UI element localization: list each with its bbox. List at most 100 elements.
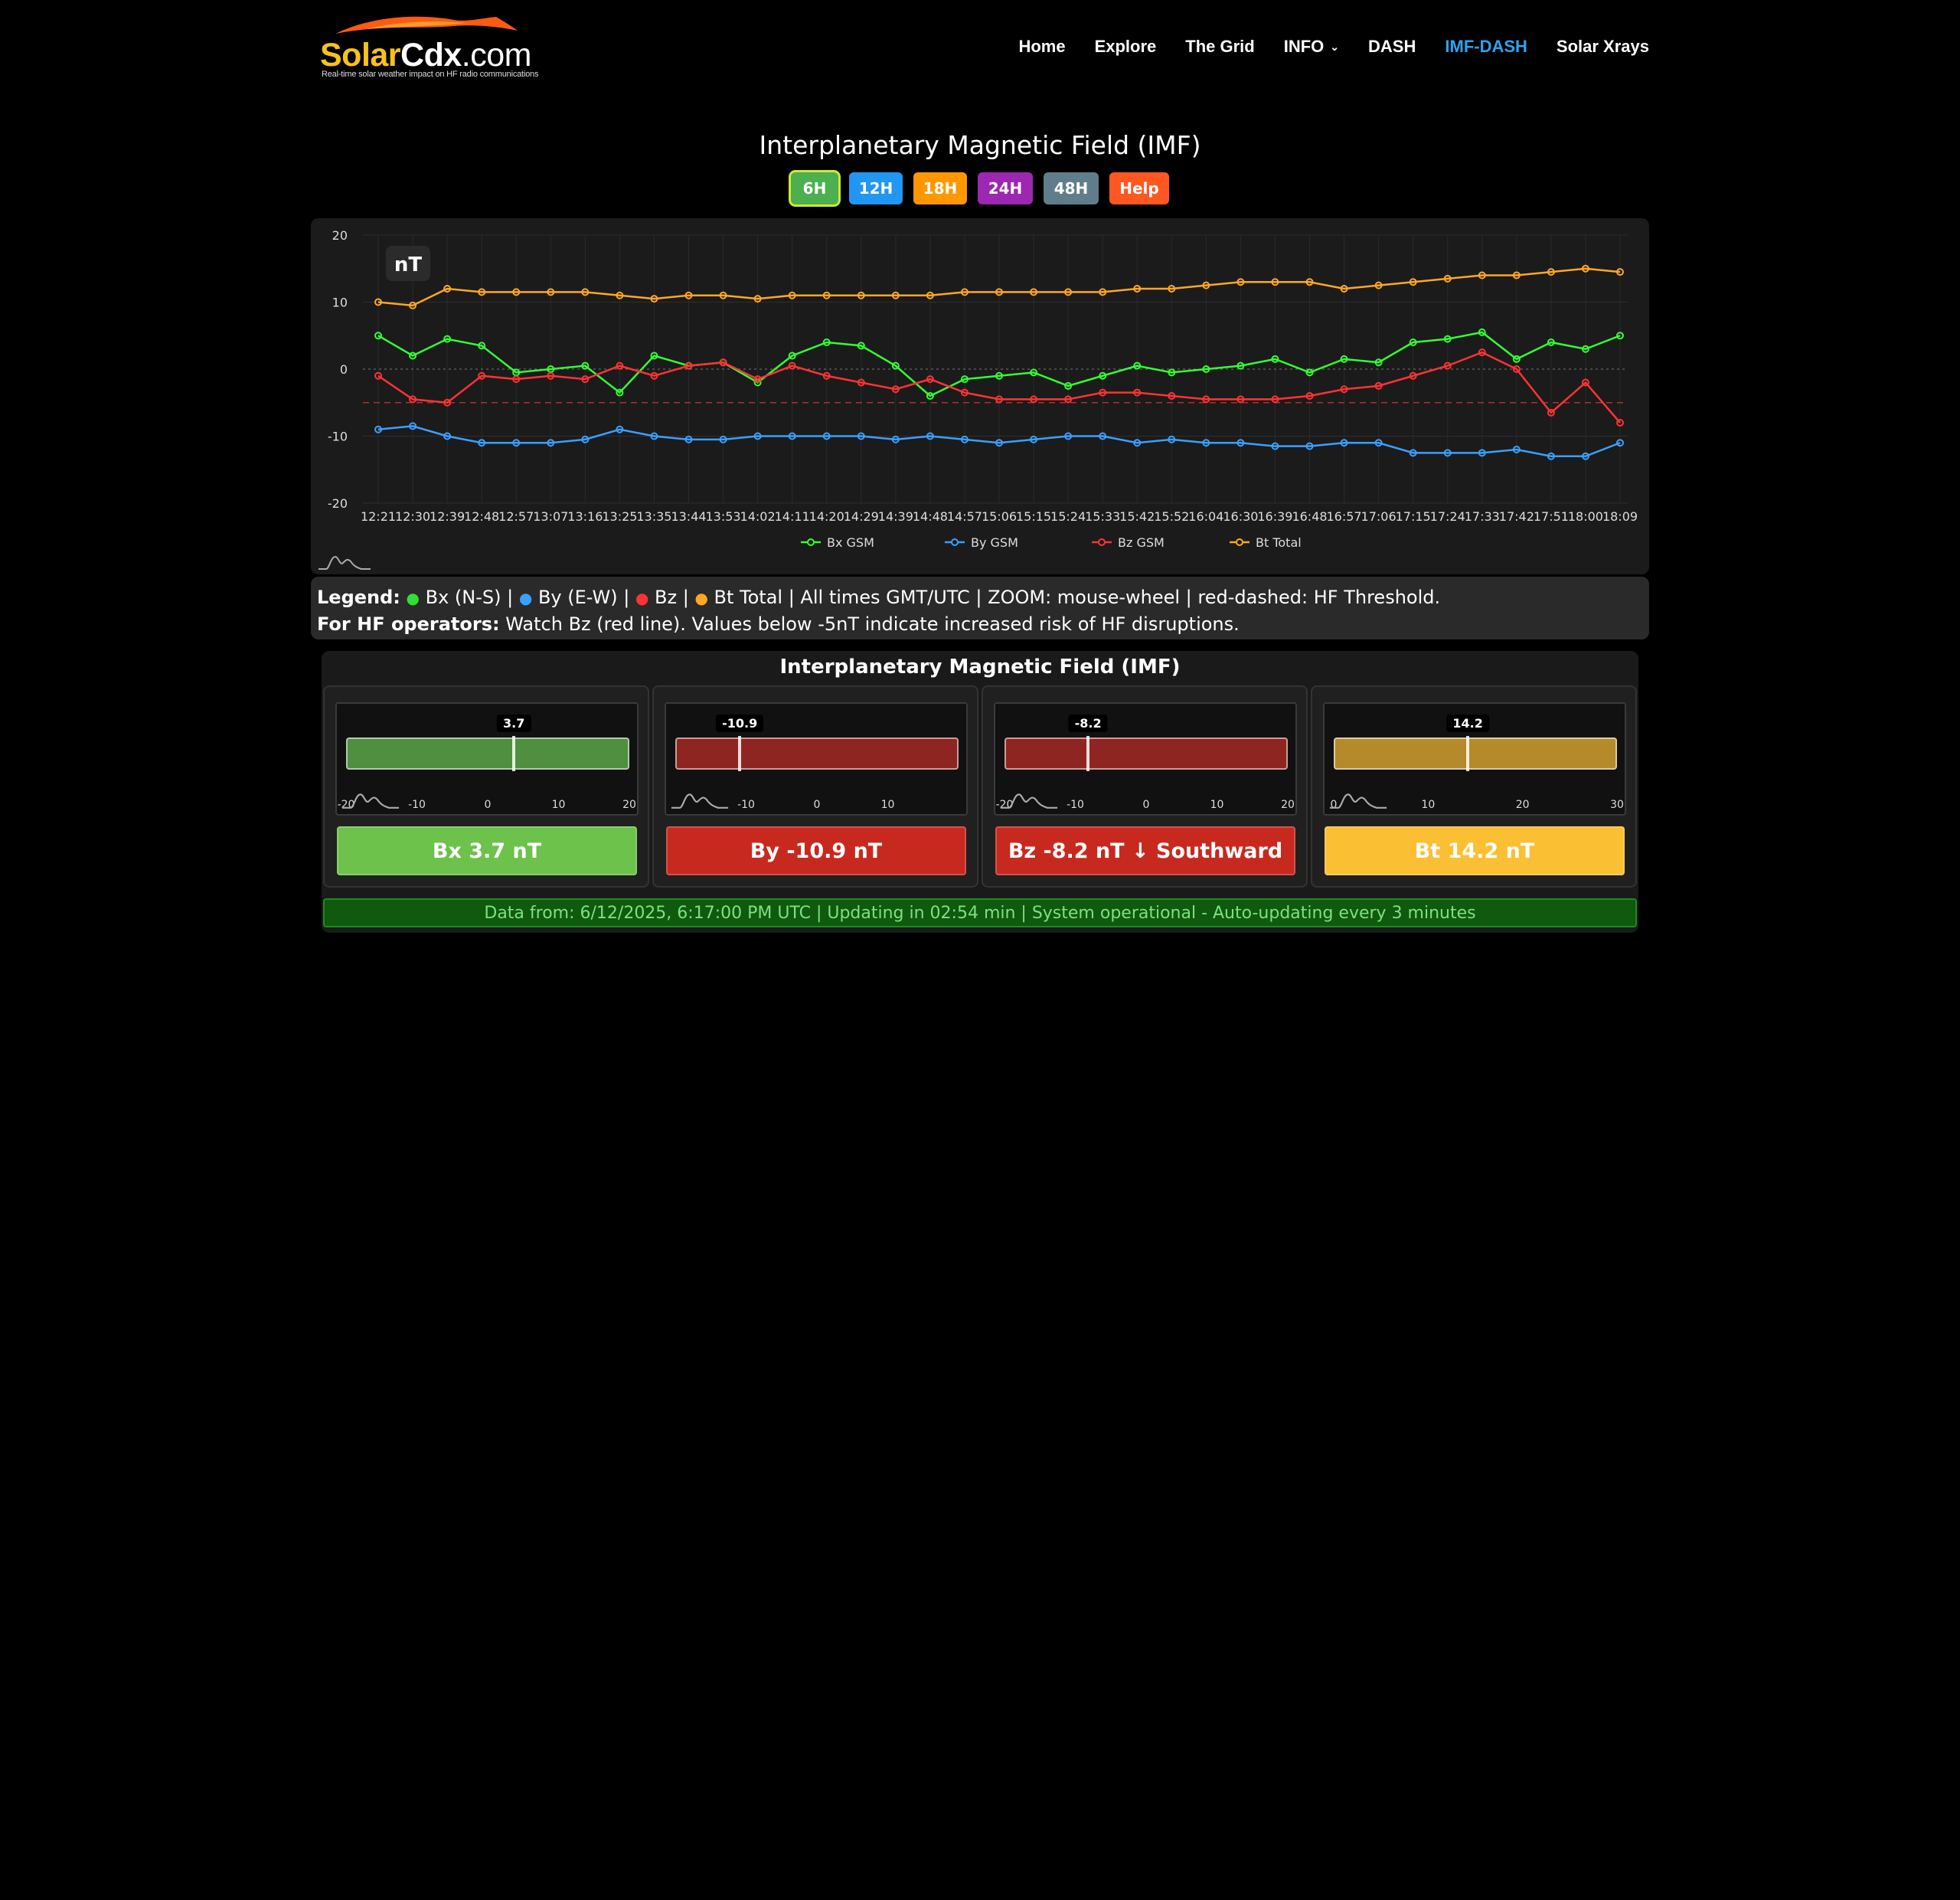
by-gauge-tick: -10	[737, 799, 755, 811]
bx-legend-label: Bx GSM	[827, 535, 874, 550]
x-tick-label: 14:20	[809, 509, 844, 524]
by-gauge-tick: 10	[880, 799, 895, 811]
bt-gauge-marker	[1466, 736, 1470, 771]
nav-the-grid[interactable]: The Grid	[1185, 37, 1254, 57]
bt-legend-label: Bt Total	[1256, 535, 1302, 550]
bx-status-badge: Bx 3.7 nT	[337, 826, 637, 875]
bt-gauge-card: 14.2 0 10 20 30 Bt 14.2 nT	[1311, 685, 1637, 888]
range-button-12h[interactable]: 12H	[849, 172, 903, 204]
x-tick-label: 12:30	[395, 509, 430, 524]
by-gauge-value: -10.9	[716, 715, 764, 732]
page-title: Interplanetary Magnetic Field (IMF)	[759, 130, 1201, 160]
nav-imf-dash[interactable]: IMF-DASH	[1445, 37, 1527, 57]
bx-gauge-tick: 20	[622, 799, 636, 811]
x-tick-label: 16:39	[1257, 509, 1292, 524]
nav-dash[interactable]: DASH	[1368, 37, 1416, 57]
legend-label: Legend:	[317, 587, 400, 608]
nav-home[interactable]: Home	[1018, 37, 1065, 57]
nav-explore[interactable]: Explore	[1095, 37, 1157, 57]
bx-gauge-tick: -10	[408, 799, 426, 811]
y-tick-label: 0	[340, 362, 348, 377]
x-tick-label: 13:07	[533, 509, 568, 524]
by-gauge-bar	[675, 737, 959, 770]
bz-gauge-tick: 0	[1142, 799, 1150, 811]
by-gauge-marker	[738, 736, 742, 771]
x-tick-label: 13:16	[567, 509, 603, 524]
bz-gauge-marker	[1086, 736, 1090, 771]
by-gauge-tick: 0	[813, 799, 821, 811]
bz-status-badge: Bz -8.2 nT ↓ Southward	[995, 826, 1295, 875]
x-tick-label: 18:00	[1568, 509, 1603, 524]
x-tick-label: 12:21	[361, 509, 396, 524]
bt-legend-marker	[1236, 538, 1243, 546]
by-legend-marker	[951, 538, 959, 546]
legend-by: By (E-W) |	[537, 587, 630, 608]
chevron-down-icon: ⌄	[1330, 40, 1340, 53]
chart-watermark-icon	[318, 555, 371, 570]
nav-info-label: INFO	[1283, 37, 1325, 56]
bz-gauge-bar	[1004, 737, 1288, 770]
bx-dot-icon: ●	[406, 589, 420, 607]
legend-rest: Bt Total | All times GMT/UTC | ZOOM: mou…	[714, 587, 1441, 608]
x-tick-label: 17:15	[1396, 509, 1431, 524]
bt-gauge-tick: 10	[1421, 799, 1436, 811]
x-tick-label: 16:04	[1188, 509, 1223, 524]
bx-gauge-marker	[512, 736, 516, 771]
bx-gauge-card: 3.7 -20 -10 0 10 20 Bx 3.7 nT	[323, 685, 649, 888]
x-tick-label: 15:42	[1119, 509, 1155, 524]
x-tick-label: 13:25	[602, 509, 637, 524]
nav-info[interactable]: INFO ⌄	[1284, 37, 1339, 57]
x-tick-label: 17:42	[1499, 509, 1534, 524]
x-tick-label: 15:06	[982, 509, 1017, 524]
range-button-6h[interactable]: 6H	[791, 172, 838, 204]
range-button-48h[interactable]: 48H	[1044, 172, 1099, 204]
x-tick-label: 16:48	[1292, 509, 1327, 524]
x-tick-label: 17:24	[1430, 509, 1465, 524]
x-tick-label: 17:51	[1534, 509, 1569, 524]
imf-line-chart[interactable]: 20 10 0 -10 -20 12:2112:3012:3912:4812:5713:0…	[311, 218, 1649, 574]
range-button-24h[interactable]: 24H	[978, 172, 1033, 204]
hf-operators-text: Watch Bz (red line). Values below -5nT i…	[505, 613, 1240, 635]
legend-bz: Bz |	[655, 587, 689, 608]
by-legend-label: By GSM	[971, 535, 1018, 550]
x-tick-label: 12:57	[498, 509, 534, 524]
main-nav: Home Explore The Grid INFO ⌄ DASH IMF-DAS…	[989, 37, 1649, 57]
bz-gauge-card: -8.2 -20 -10 0 10 20 Bz -8.2 nT ↓ Southward	[982, 685, 1308, 888]
bt-status-badge: Bt 14.2 nT	[1325, 826, 1625, 875]
range-button-help[interactable]: Help	[1109, 172, 1169, 204]
x-tick-label: 13:53	[706, 509, 741, 524]
data-status-bar: Data from: 6/12/2025, 6:17:00 PM UTC | U…	[323, 898, 1637, 927]
imf-chart-panel[interactable]: 20 10 0 -10 -20 12:21 12:30 12:39 12:48 12:57 13:0…	[311, 218, 1649, 574]
gauge-watermark-icon	[1000, 793, 1058, 809]
gauge-watermark-icon	[671, 793, 729, 809]
legend-bx: Bx (N-S) |	[425, 587, 514, 608]
bx-gauge: 3.7 -20 -10 0 10 20	[335, 702, 639, 816]
bx-gauge-tick: 0	[484, 799, 492, 811]
bz-gauge-tick: 10	[1210, 799, 1224, 811]
bt-gauge-value: 14.2	[1446, 715, 1489, 732]
y-tick-label: 20	[332, 228, 348, 243]
bx-gauge-tick: 10	[551, 799, 566, 811]
bx-gauge-value: 3.7	[497, 715, 531, 732]
by-gauge-card: -10.9 -10 0 10 By -10.9 nT	[652, 685, 978, 888]
bt-dot-icon: ●	[694, 589, 708, 607]
x-tick-label: 17:33	[1465, 509, 1500, 524]
unit-label: nT	[394, 253, 423, 276]
bz-gauge-tick: -10	[1067, 799, 1084, 811]
x-tick-label: 13:35	[636, 509, 671, 524]
x-tick-label: 15:52	[1154, 509, 1189, 524]
site-logo[interactable]: SolarCdx.com Real-time solar weather imp…	[320, 14, 550, 83]
bz-dot-icon: ●	[635, 589, 649, 607]
bz-legend-label: Bz GSM	[1118, 535, 1165, 550]
logo-flame-icon	[335, 16, 518, 34]
by-dot-icon: ●	[518, 589, 533, 607]
x-tick-label: 15:15	[1016, 509, 1051, 524]
nav-solar-xrays[interactable]: Solar Xrays	[1557, 37, 1649, 57]
by-gauge: -10.9 -10 0 10	[665, 702, 968, 816]
chart-legend-info: Legend: ● Bx (N-S) | ● By (E-W) | ● Bz |…	[311, 577, 1649, 639]
x-tick-label: 14:57	[947, 509, 982, 524]
x-tick-label: 14:02	[740, 509, 776, 524]
range-button-18h[interactable]: 18H	[913, 172, 967, 204]
bx-gauge-bar	[346, 737, 629, 770]
gauge-watermark-icon	[341, 793, 400, 809]
